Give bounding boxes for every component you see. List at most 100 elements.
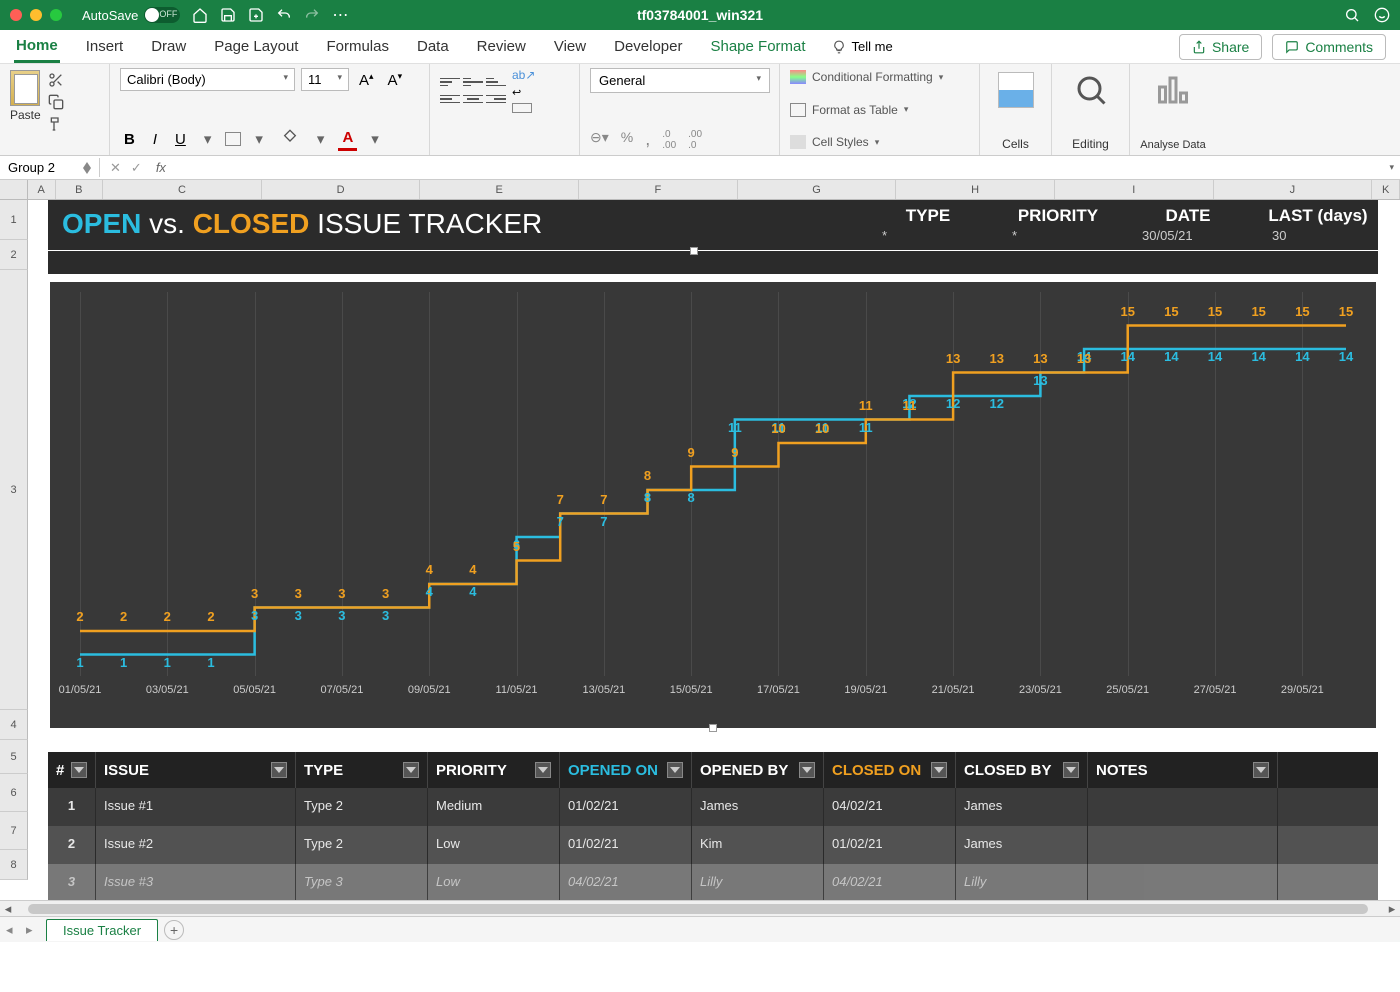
row-header-2[interactable]: 2 [0, 240, 28, 270]
col-header-G[interactable]: G [738, 180, 897, 199]
fx-cancel-icon[interactable]: ✕ [110, 160, 121, 176]
format-as-table-button[interactable]: Format as Table ▾ [790, 101, 969, 119]
table-row[interactable]: 3Issue #3Type 3Low04/02/21Lilly04/02/21L… [48, 864, 1378, 902]
shrink-font-icon[interactable]: A▾ [384, 69, 407, 91]
close-window[interactable] [10, 9, 22, 21]
align-bottom-icon[interactable] [486, 75, 506, 89]
save-as-icon[interactable] [248, 7, 264, 23]
th-issue[interactable]: ISSUE [96, 752, 296, 788]
increase-decimal-icon[interactable]: .0.00 [662, 129, 676, 151]
selection-handle-bottom[interactable] [709, 724, 717, 732]
col-header-B[interactable]: B [56, 180, 104, 199]
conditional-formatting-button[interactable]: Conditional Formatting ▾ [790, 68, 969, 86]
number-format-select[interactable]: General▾ [590, 68, 770, 93]
table-row[interactable]: 1Issue #1Type 2Medium01/02/21James04/02/… [48, 788, 1378, 826]
th-opened_by[interactable]: OPENED BY [692, 752, 824, 788]
tab-insert[interactable]: Insert [84, 32, 126, 61]
filter-icon[interactable] [799, 762, 815, 778]
prev-sheet-icon[interactable]: ◂ [6, 922, 20, 938]
row-header-1[interactable]: 1 [0, 200, 28, 240]
col-header-C[interactable]: C [103, 180, 262, 199]
row-header-4[interactable]: 4 [0, 710, 28, 740]
row-header-7[interactable]: 7 [0, 812, 28, 850]
tellme[interactable]: Tell me [832, 39, 893, 54]
tab-draw[interactable]: Draw [149, 32, 188, 61]
col-header-K[interactable]: K [1372, 180, 1400, 199]
align-middle-icon[interactable] [463, 75, 483, 89]
next-sheet-icon[interactable]: ▸ [26, 922, 40, 938]
percent-icon[interactable]: % [621, 129, 633, 151]
wrap-text-icon[interactable]: ↩ [512, 86, 535, 99]
col-header-F[interactable]: F [579, 180, 738, 199]
fx-label[interactable]: fx [156, 160, 166, 175]
selection-handle-top[interactable] [690, 247, 698, 255]
th-priority[interactable]: PRIORITY [428, 752, 560, 788]
redo-icon[interactable] [304, 7, 320, 23]
name-box[interactable]: Group 2 [0, 158, 100, 177]
copy-icon[interactable] [47, 94, 65, 110]
row-header-6[interactable]: 6 [0, 774, 28, 812]
th-notes[interactable]: NOTES [1088, 752, 1278, 788]
row-header-8[interactable]: 8 [0, 850, 28, 880]
format-painter-icon[interactable] [47, 116, 65, 132]
comments-button[interactable]: Comments [1272, 34, 1386, 60]
worksheet[interactable]: 12345678 OPEN vs. CLOSED ISSUE TRACKER T… [0, 200, 1400, 942]
align-left-icon[interactable] [440, 92, 460, 106]
horizontal-scrollbar[interactable]: ◂ ▸ [0, 900, 1400, 916]
tab-home[interactable]: Home [14, 31, 60, 63]
col-header-A[interactable]: A [28, 180, 56, 199]
minimize-window[interactable] [30, 9, 42, 21]
th-closed_on[interactable]: CLOSED ON [824, 752, 956, 788]
col-header-I[interactable]: I [1055, 180, 1214, 199]
col-header-J[interactable]: J [1214, 180, 1373, 199]
tab-review[interactable]: Review [475, 32, 528, 61]
merge-icon[interactable] [512, 103, 532, 113]
scroll-thumb[interactable] [28, 904, 1368, 914]
tab-page-layout[interactable]: Page Layout [212, 32, 300, 61]
table-row[interactable]: 2Issue #2Type 2Low01/02/21Kim01/02/21Jam… [48, 826, 1378, 864]
th-opened_on[interactable]: OPENED ON [560, 752, 692, 788]
filter-icon[interactable] [403, 762, 419, 778]
align-right-icon[interactable] [486, 92, 506, 106]
tab-formulas[interactable]: Formulas [324, 32, 391, 61]
th-num[interactable]: # [48, 752, 96, 788]
filter-icon[interactable] [71, 762, 87, 778]
fill-color-button[interactable] [277, 127, 303, 151]
search-icon[interactable] [1344, 7, 1360, 23]
font-size-select[interactable]: 11▾ [301, 68, 349, 91]
scroll-left-icon[interactable]: ◂ [0, 901, 16, 917]
filter-icon[interactable] [667, 762, 683, 778]
ribbon-analyse[interactable]: Analyse Data [1130, 64, 1216, 155]
col-header-D[interactable]: D [262, 180, 421, 199]
fx-confirm-icon[interactable]: ✓ [131, 160, 142, 176]
border-button[interactable] [225, 132, 241, 146]
smile-icon[interactable] [1374, 7, 1390, 23]
orientation-icon[interactable]: ab↗ [512, 68, 535, 82]
fx-expand-icon[interactable]: ▾ [1383, 162, 1400, 173]
ribbon-editing[interactable]: Editing [1052, 64, 1130, 155]
ribbon-cells[interactable]: Cells [980, 64, 1052, 155]
save-icon[interactable] [220, 7, 236, 23]
underline-button[interactable]: U [171, 129, 190, 150]
autosave-switch[interactable]: OFF [144, 7, 180, 23]
row-header-3[interactable]: 3 [0, 270, 28, 710]
filter-icon[interactable] [1063, 762, 1079, 778]
th-type[interactable]: TYPE [296, 752, 428, 788]
qat-more-icon[interactable]: ⋯ [332, 5, 348, 25]
maximize-window[interactable] [50, 9, 62, 21]
comma-icon[interactable]: , [645, 129, 650, 151]
currency-icon[interactable]: ⊖▾ [590, 129, 609, 151]
filter-icon[interactable] [271, 762, 287, 778]
filter-icon[interactable] [535, 762, 551, 778]
tab-view[interactable]: View [552, 32, 588, 61]
select-all-corner[interactable] [0, 180, 28, 199]
decrease-decimal-icon[interactable]: .00.0 [688, 129, 702, 151]
tab-developer[interactable]: Developer [612, 32, 684, 61]
row-header-5[interactable]: 5 [0, 740, 28, 774]
issue-chart[interactable]: 01/05/2103/05/2105/05/2107/05/2109/05/21… [48, 280, 1378, 730]
italic-button[interactable]: I [149, 129, 161, 150]
filter-icon[interactable] [1253, 762, 1269, 778]
align-center-icon[interactable] [463, 92, 483, 106]
bold-button[interactable]: B [120, 129, 139, 150]
th-closed_by[interactable]: CLOSED BY [956, 752, 1088, 788]
